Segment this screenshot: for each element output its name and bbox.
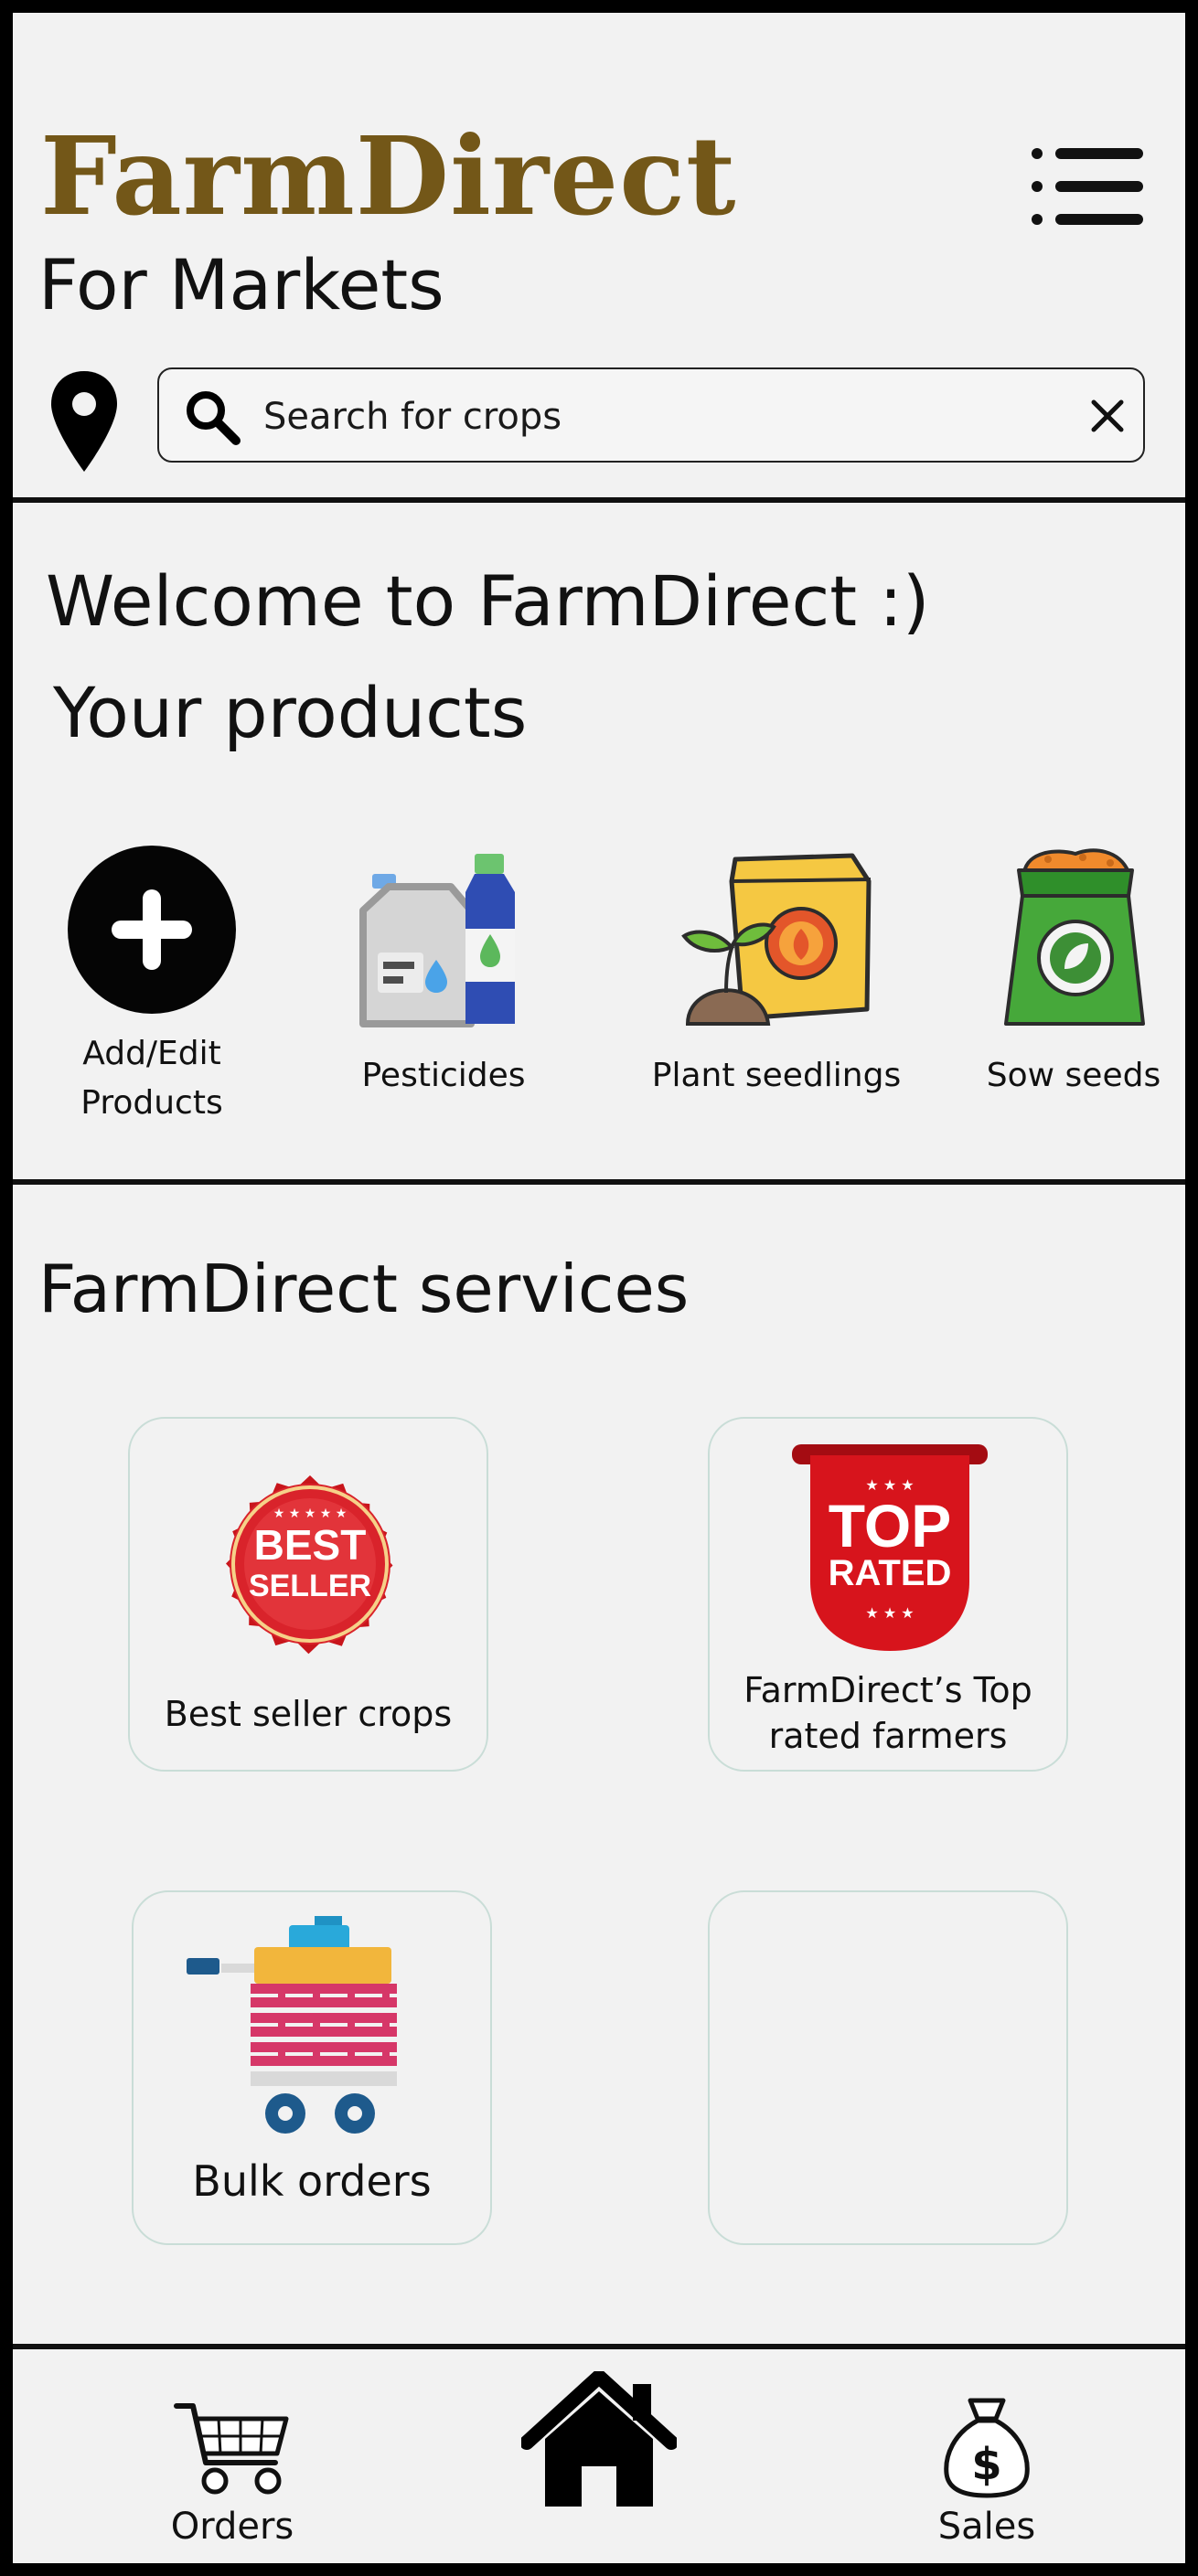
seedling-sack-icon <box>681 853 872 1026</box>
bottom-nav-divider <box>13 2344 1185 2349</box>
add-edit-products-button[interactable]: Add/Edit Products <box>53 845 251 1128</box>
search-input[interactable] <box>262 386 1033 448</box>
app-subtitle: For Markets <box>38 244 444 325</box>
search-bar <box>157 367 1145 463</box>
menu-icon[interactable] <box>1028 141 1147 232</box>
top-rated-badge-text-1: TOP <box>829 1492 951 1559</box>
sow-seeds-label: Sow seeds <box>986 1057 1161 1094</box>
top-rated-ribbon-icon: ★ ★ ★ TOP RATED ★ ★ ★ <box>792 1444 988 1651</box>
app-brand-title: FarmDirect <box>40 112 737 240</box>
svg-text:★ ★ ★: ★ ★ ★ <box>865 1604 914 1622</box>
nav-sales[interactable]: $ Sales <box>900 2397 1074 2545</box>
top-rated-label-line2: rated farmers <box>768 1716 1008 1756</box>
app-frame: FarmDirect For Markets Welcome to FarmDi… <box>13 13 1185 2563</box>
products-divider <box>13 1179 1185 1185</box>
best-seller-badge-text-1: BEST <box>254 1521 367 1569</box>
service-card-empty[interactable] <box>708 1890 1068 2245</box>
top-rated-label-line1: FarmDirect’s Top <box>743 1670 1032 1710</box>
nav-sales-label: Sales <box>937 2506 1036 2548</box>
services-heading: FarmDirect services <box>38 1251 690 1327</box>
products-heading: Your products <box>53 672 528 753</box>
svg-text:★ ★ ★ ★ ★: ★ ★ ★ ★ ★ <box>273 1506 348 1521</box>
category-plant-seedlings[interactable]: Plant seedlings <box>635 845 918 1101</box>
money-bag-icon: $ <box>944 2398 1030 2498</box>
pesticides-label: Pesticides <box>361 1057 526 1094</box>
header-divider <box>13 497 1185 503</box>
best-seller-badge-text-2: SELLER <box>249 1569 371 1603</box>
add-edit-label-line1: Add/Edit <box>82 1035 221 1072</box>
svg-text:$: $ <box>971 2439 1001 2490</box>
seed-bag-icon <box>1004 848 1145 1026</box>
home-icon <box>521 2371 677 2507</box>
plus-circle-icon <box>68 846 236 1014</box>
best-seller-label: Best seller crops <box>164 1694 453 1734</box>
location-pin-icon[interactable] <box>48 369 121 474</box>
cart-boxes-icon <box>187 1916 397 2134</box>
add-edit-label-line2: Products <box>80 1084 223 1122</box>
category-pesticides[interactable]: Pesticides <box>329 845 558 1101</box>
search-icon <box>187 391 241 445</box>
welcome-message: Welcome to FarmDirect :) <box>46 560 930 642</box>
clear-search-icon[interactable] <box>1088 397 1127 435</box>
bulk-orders-label: Bulk orders <box>192 2156 432 2206</box>
nav-orders[interactable]: Orders <box>141 2399 324 2545</box>
nav-orders-label: Orders <box>170 2506 294 2548</box>
best-seller-badge-icon: BEST SELLER ★ ★ ★ ★ ★ <box>226 1475 393 1655</box>
pesticide-bottles-icon <box>359 854 515 1027</box>
service-card-top-rated[interactable]: ★ ★ ★ TOP RATED ★ ★ ★ FarmDirect’s Top r… <box>708 1417 1068 1772</box>
plant-seedlings-label: Plant seedlings <box>651 1057 902 1094</box>
service-card-bulk-orders[interactable]: Bulk orders <box>132 1890 492 2245</box>
nav-home[interactable] <box>521 2371 677 2508</box>
shopping-cart-icon <box>174 2403 289 2495</box>
category-sow-seeds[interactable]: Sow seeds <box>964 845 1183 1101</box>
service-card-best-seller[interactable]: BEST SELLER ★ ★ ★ ★ ★ Best seller crops <box>128 1417 488 1772</box>
top-rated-badge-text-2: RATED <box>829 1553 952 1593</box>
